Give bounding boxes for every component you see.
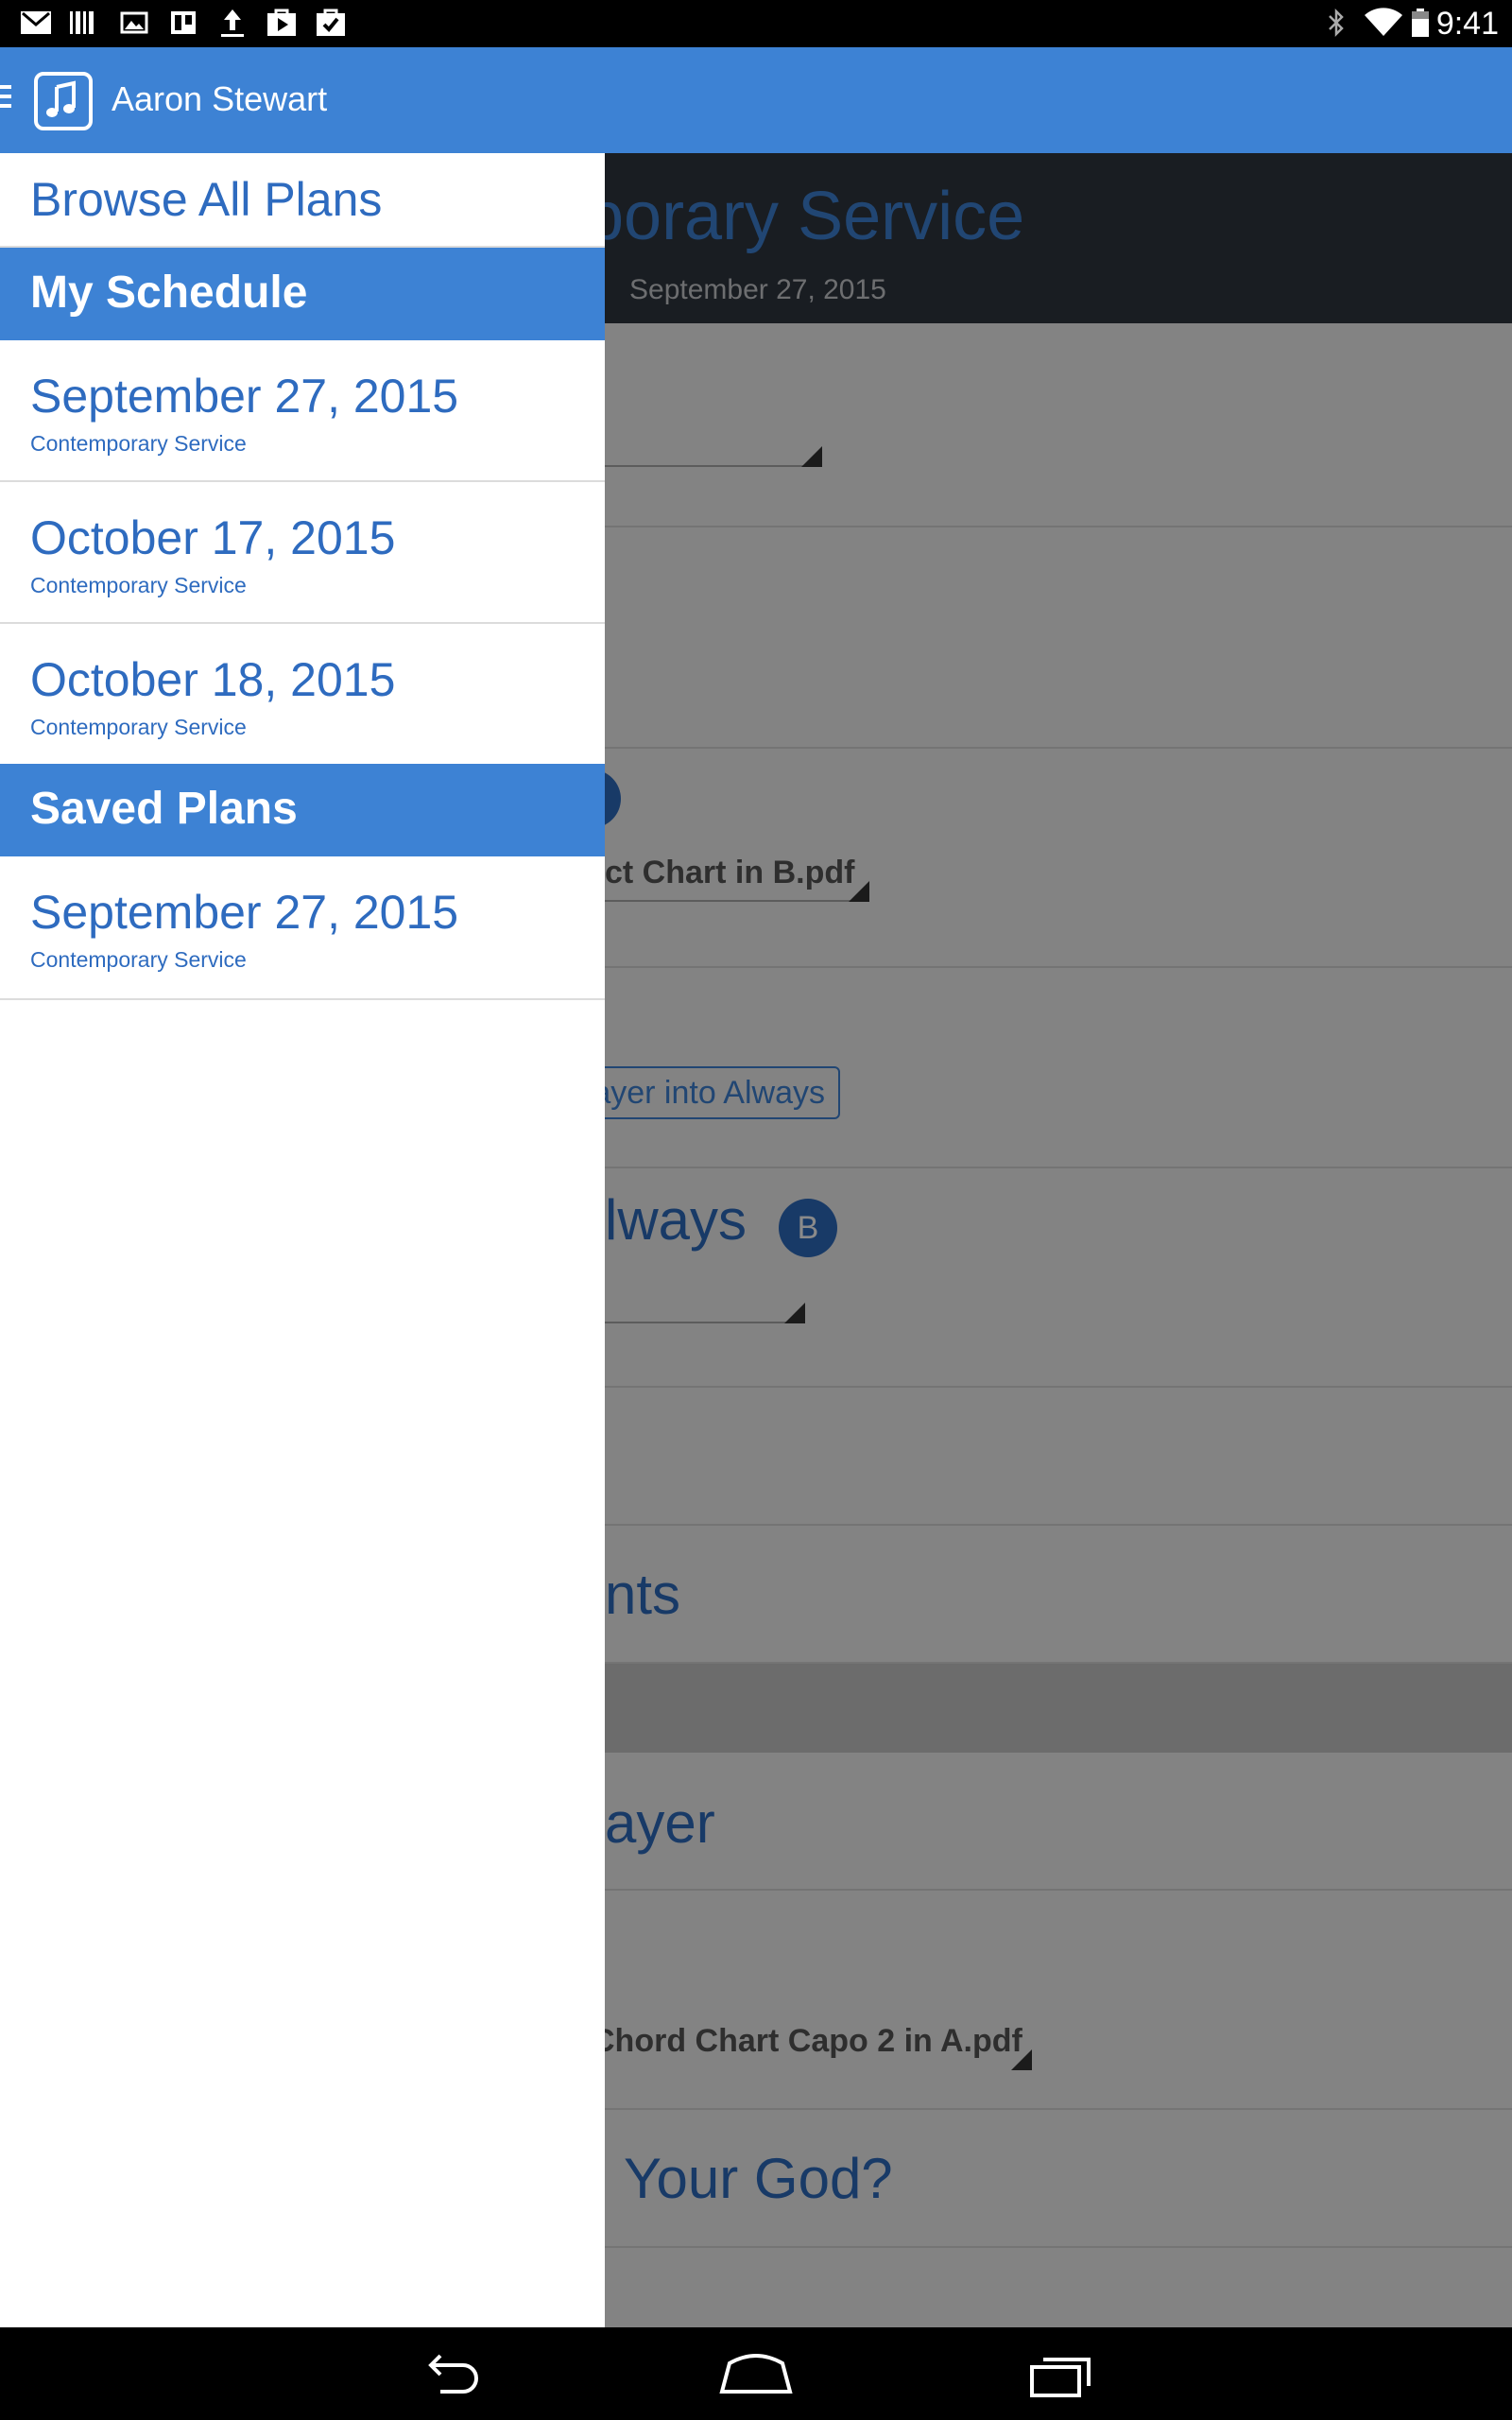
home-icon[interactable] (718, 2348, 794, 2401)
recent-apps-icon[interactable] (1026, 2348, 1102, 2401)
play-store-icon (267, 9, 296, 36)
saved-plans-header: Saved Plans (0, 764, 605, 856)
battery-icon (1412, 9, 1429, 37)
schedule-item[interactable]: September 27, 2015 Contemporary Service (0, 340, 605, 482)
schedule-date: October 18, 2015 (30, 653, 396, 706)
schedule-service: Contemporary Service (30, 715, 247, 739)
trello-icon (171, 11, 196, 34)
my-schedule-header: My Schedule (0, 248, 605, 340)
saved-plan-item[interactable]: September 27, 2015 Contemporary Service (0, 856, 605, 1000)
gmail-icon (21, 11, 51, 34)
saved-plans-label: Saved Plans (30, 784, 298, 834)
status-time: 9:41 (1435, 6, 1499, 42)
system-nav-bar (0, 2327, 1512, 2420)
browse-all-plans-label: Browse All Plans (30, 173, 383, 226)
back-icon[interactable] (412, 2348, 488, 2401)
schedule-service: Contemporary Service (30, 431, 247, 456)
shopping-bag-icon (317, 9, 345, 36)
schedule-item[interactable]: October 17, 2015 Contemporary Service (0, 482, 605, 624)
schedule-service: Contemporary Service (30, 573, 247, 597)
browse-all-plans[interactable]: Browse All Plans (0, 153, 605, 248)
music-note-icon[interactable] (34, 72, 93, 130)
barcode-icon (70, 11, 94, 34)
schedule-date: September 27, 2015 (30, 370, 459, 423)
my-schedule-label: My Schedule (30, 268, 308, 318)
hamburger-icon[interactable] (0, 85, 13, 115)
saved-plan-service: Contemporary Service (30, 947, 247, 972)
upload-icon (221, 9, 244, 37)
app-bar: Aaron Stewart (0, 47, 1512, 153)
navigation-drawer: Browse All Plans My Schedule September 2… (0, 153, 605, 2327)
status-bar: 9:41 (0, 0, 1512, 47)
bluetooth-icon (1329, 8, 1344, 38)
schedule-date: October 17, 2015 (30, 511, 396, 564)
gallery-icon (120, 11, 148, 34)
saved-plan-date: September 27, 2015 (30, 886, 459, 939)
wifi-icon (1365, 8, 1402, 36)
schedule-item[interactable]: October 18, 2015 Contemporary Service (0, 624, 605, 764)
app-title: Aaron Stewart (112, 79, 328, 118)
